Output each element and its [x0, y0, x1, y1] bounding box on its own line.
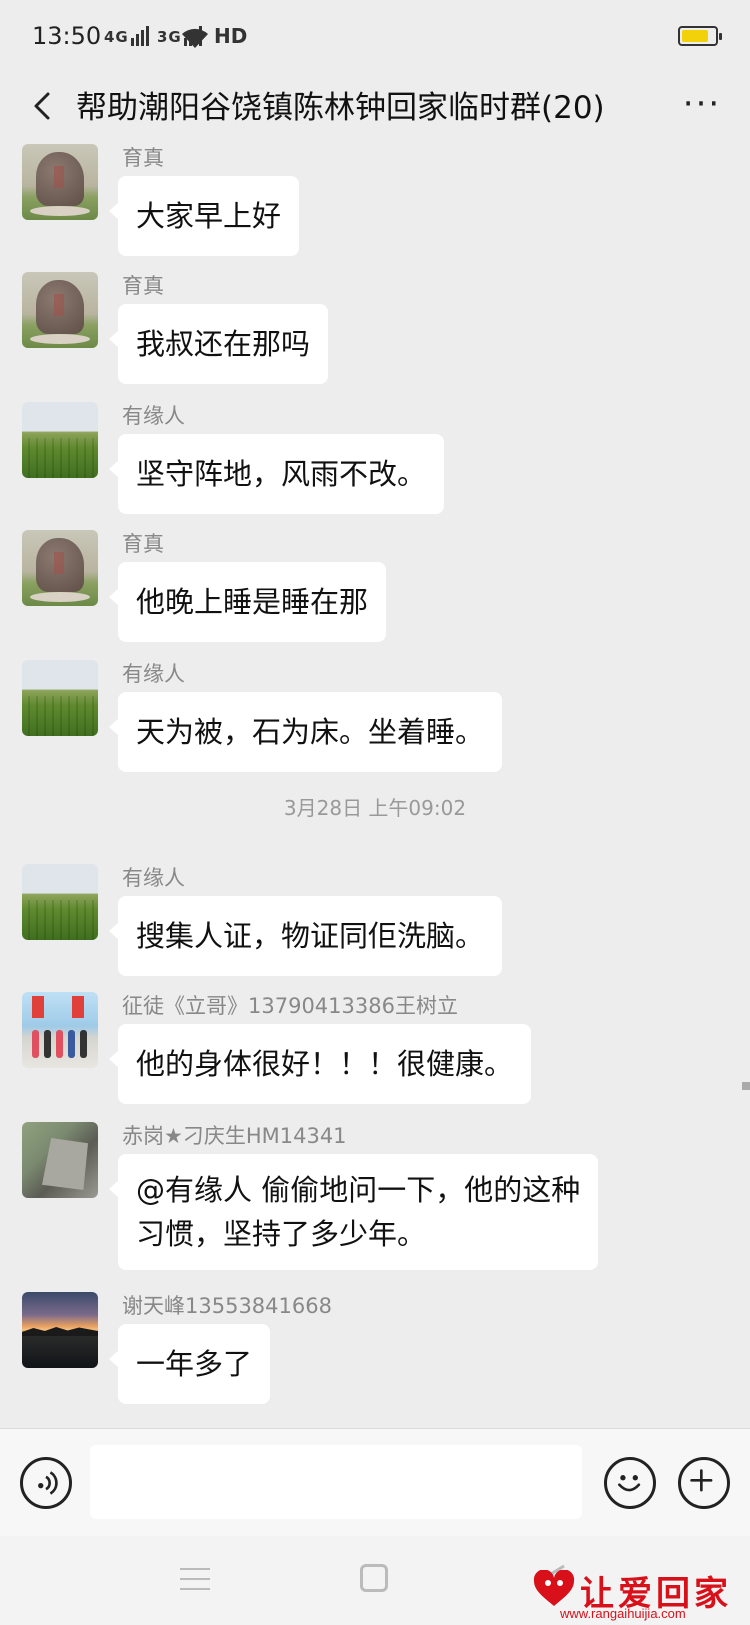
message-input[interactable] [90, 1445, 582, 1519]
more-button[interactable]: ··· [676, 84, 728, 128]
sender-name: 育真 [122, 532, 164, 556]
sender-name: 育真 [122, 146, 164, 170]
sender-name: 征徒《立哥》13790413386王树立 [122, 994, 458, 1018]
timestamp: 3月28日 上午09:02 [283, 796, 467, 820]
avatar[interactable] [22, 660, 98, 736]
status-time: 13:50 [32, 22, 102, 50]
input-bar [0, 1428, 750, 1536]
sender-name: 有缘人 [122, 404, 185, 428]
sender-name: 有缘人 [122, 866, 185, 890]
avatar[interactable] [22, 272, 98, 348]
sender-name: 赤岗★刁庆生HM14341 [122, 1124, 347, 1148]
signal-icon [130, 26, 151, 46]
voice-icon[interactable] [20, 1457, 72, 1509]
message-bubble[interactable]: @有缘人 偷偷地问一下，他的这种 习惯，坚持了多少年。 [108, 1154, 599, 1270]
menu-icon[interactable] [180, 1568, 210, 1592]
message-bubble[interactable]: 我叔还在那吗 [108, 304, 329, 384]
heart-icon [533, 1570, 575, 1606]
sender-name: 有缘人 [122, 662, 185, 686]
avatar[interactable] [22, 864, 98, 940]
message-bubble[interactable]: 一年多了 [108, 1324, 271, 1404]
network-label-3g: 3G [156, 28, 182, 46]
message-bubble[interactable]: 搜集人证，物证同佢洗脑。 [108, 896, 503, 976]
message-bubble[interactable]: 坚守阵地，风雨不改。 [108, 434, 445, 514]
network-label-4g: 4G [104, 28, 129, 46]
scroll-indicator [742, 1082, 750, 1090]
avatar[interactable] [22, 1122, 98, 1198]
avatar[interactable] [22, 530, 98, 606]
chat-title: 帮助潮阳谷饶镇陈林钟回家临时群(20) [76, 90, 605, 126]
emoji-icon[interactable] [604, 1457, 656, 1509]
hd-label: HD [214, 24, 248, 48]
watermark-logo: 让爱回家 www.rangaihuijia.com [532, 1566, 732, 1622]
watermark-url: www.rangaihuijia.com [560, 1606, 686, 1621]
avatar[interactable] [22, 402, 98, 478]
chat-header: 帮助潮阳谷饶镇陈林钟回家临时群(20) ··· [0, 76, 750, 136]
message-text-line: @有缘人 偷偷地问一下，他的这种 [136, 1173, 581, 1207]
home-icon[interactable] [360, 1564, 388, 1592]
message-text-line: 习惯，坚持了多少年。 [136, 1217, 427, 1251]
avatar[interactable] [22, 1292, 98, 1368]
status-bar: 13:50 4G 3G HD [0, 0, 750, 76]
back-button[interactable] [22, 84, 66, 128]
message-bubble[interactable]: 大家早上好 [108, 176, 300, 256]
avatar[interactable] [22, 992, 98, 1068]
wifi-icon [182, 28, 208, 48]
message-bubble[interactable]: 他的身体很好！！！很健康。 [108, 1024, 532, 1104]
battery-icon [678, 26, 722, 46]
message-bubble[interactable]: 他晚上睡是睡在那 [108, 562, 387, 642]
message-bubble[interactable]: 天为被，石为床。坐着睡。 [108, 692, 503, 772]
avatar[interactable] [22, 144, 98, 220]
sender-name: 谢天峰13553841668 [122, 1294, 332, 1318]
plus-icon[interactable] [678, 1457, 730, 1509]
message-list[interactable]: 育真 大家早上好 育真 我叔还在那吗 有缘人 坚守阵地，风雨不改。 育真 他晚上… [0, 140, 750, 1428]
sender-name: 育真 [122, 274, 164, 298]
